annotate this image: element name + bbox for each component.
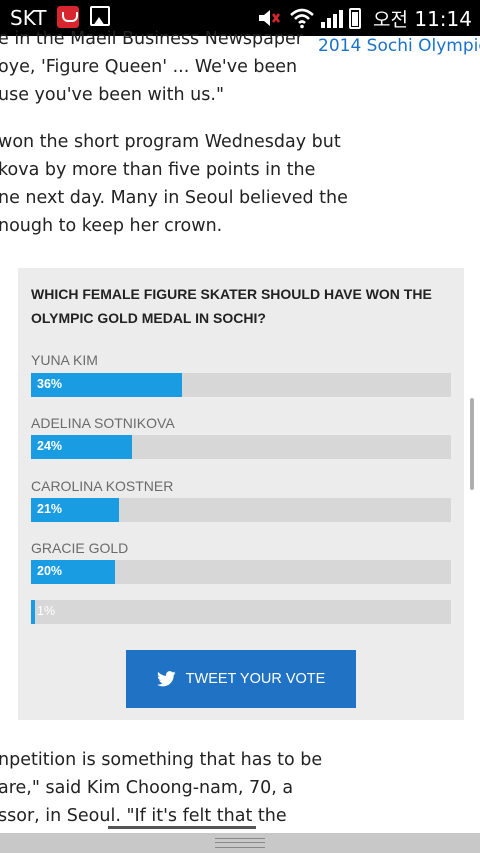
poll-bar-percent: 21% <box>37 502 63 516</box>
article-line: npetition is something that has to be <box>0 750 323 770</box>
article-paragraph-mid: won the short program Wednesday but kova… <box>0 128 480 240</box>
bottom-drawer-bar[interactable] <box>0 833 480 853</box>
text-selection-underline <box>108 826 256 829</box>
poll-option-label: GRACIE GOLD <box>31 540 129 556</box>
poll-bar[interactable]: 36% <box>31 373 451 397</box>
article-line: e in the Maeil Business Newspaper <box>0 29 303 49</box>
article-line: oye, 'Figure Queen' ... We've been <box>0 57 298 77</box>
poll-widget: Which female figure skater should have w… <box>18 268 464 720</box>
drawer-handle-icon[interactable] <box>215 838 265 848</box>
poll-option-label: CAROLINA KOSTNER <box>31 478 174 494</box>
tweet-button-label: TWEET YOUR VOTE <box>185 671 326 687</box>
poll-bar[interactable]: 20% <box>31 560 451 584</box>
article-line: kova by more than five points in the <box>0 160 316 180</box>
article-line: use you've been with us." <box>0 85 224 105</box>
poll-bar-percent: 24% <box>37 439 63 453</box>
poll-bar[interactable]: 24% <box>31 435 451 459</box>
sochi-olympics-link[interactable]: 2014 Sochi Olympics <box>318 36 480 56</box>
poll-bar-percent: 20% <box>37 564 63 578</box>
poll-bar[interactable]: 21% <box>31 498 451 522</box>
article-line: are," said Kim Choong-nam, 70, a <box>0 778 294 798</box>
article-line: won the short program Wednesday but <box>0 132 341 152</box>
poll-option-label: ADELINA SOTNIKOVA <box>31 415 175 431</box>
poll-option-label: YUNA KIM <box>31 352 98 368</box>
page-scrollbar[interactable] <box>470 398 474 490</box>
article-paragraph-bottom: npetition is something that has to be ar… <box>0 746 480 830</box>
tweet-your-vote-button[interactable]: TWEET YOUR VOTE <box>126 650 356 708</box>
poll-bar-fill <box>31 600 36 624</box>
article-line: nough to keep her crown. <box>0 216 223 236</box>
poll-bar-percent: 1% <box>37 604 56 618</box>
article-line: ne next day. Many in Seoul believed the <box>0 188 348 208</box>
poll-question: Which female figure skater should have w… <box>31 286 432 326</box>
poll-bar-percent: 36% <box>37 377 63 391</box>
poll-bar[interactable]: 1% <box>31 600 451 624</box>
gallery-icon <box>90 6 110 26</box>
twitter-bird-icon <box>156 671 176 687</box>
